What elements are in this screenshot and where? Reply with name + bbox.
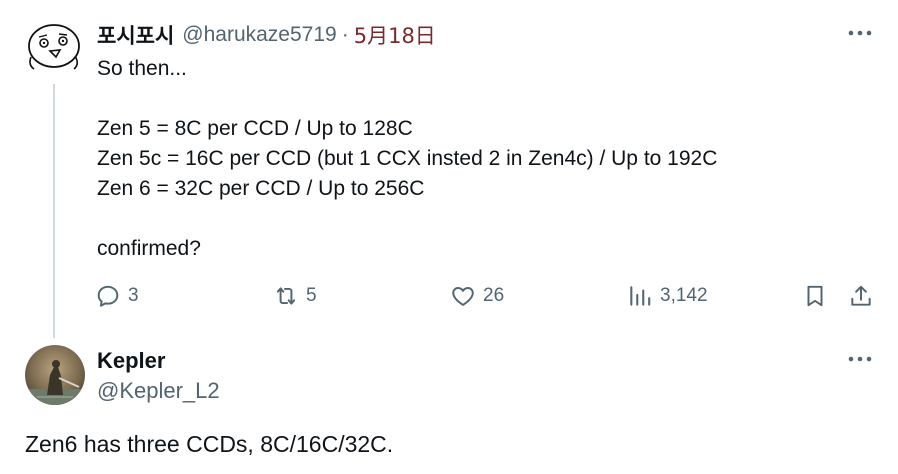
like-button[interactable]: 26	[450, 280, 504, 312]
tweet1-line: So then...	[97, 57, 187, 80]
avatar-harukaze[interactable]	[25, 17, 83, 75]
like-count: 26	[483, 285, 505, 306]
tweet1-more-button[interactable]	[847, 20, 873, 46]
tweet1-line: Zen 5 = 8C per CCD / Up to 128C	[97, 117, 413, 140]
views-icon	[630, 286, 651, 306]
tweet1-line: Zen 6 = 32C per CCD / Up to 256C	[97, 177, 425, 200]
reply-count: 3	[128, 285, 139, 306]
tweet1-separator: ·	[341, 23, 349, 46]
tweet2-display-name[interactable]: Kepler	[97, 346, 165, 376]
tweet1-line: Zen 5c = 16C per CCD (but 1 CCX insted 2…	[97, 147, 718, 170]
doodle-face-avatar-icon	[28, 24, 80, 70]
tweet1-display-name[interactable]: 포시포시	[97, 20, 174, 50]
reply-icon	[97, 285, 119, 307]
share-button[interactable]	[848, 280, 874, 312]
tweet1-text: So then... Zen 5 = 8C per CCD / Up to 12…	[97, 54, 717, 264]
bookmark-icon	[807, 285, 823, 307]
retweet-count: 5	[306, 285, 317, 306]
tweet1-line: confirmed?	[97, 237, 201, 260]
tweet1-header: 포시포시 @harukaze5719 · 5月18日	[97, 20, 436, 50]
views-count: 3,142	[660, 285, 708, 306]
tweet2-more-button[interactable]	[847, 346, 873, 372]
like-icon	[452, 287, 474, 306]
tweet1-line	[97, 84, 717, 114]
tweet1-handle[interactable]: @harukaze5719	[182, 23, 336, 47]
tweet2-handle[interactable]: @Kepler_L2	[97, 376, 220, 406]
share-icon	[851, 285, 871, 306]
avatar-kepler[interactable]	[25, 345, 85, 405]
retweet-icon	[276, 287, 296, 305]
reply-button[interactable]: 3	[95, 280, 139, 312]
thread-connector-line	[53, 84, 55, 338]
views-button[interactable]: 3,142	[627, 280, 708, 312]
tweet1-line	[97, 204, 717, 234]
tweet1-action-bar: 3 5 26 3,142	[95, 280, 880, 312]
tweet1-date[interactable]: 5月18日	[354, 20, 436, 50]
tweet2-text: Zen6 has three CCDs, 8C/16C/32C.	[25, 431, 394, 457]
warrior-portrait-avatar-icon	[25, 345, 85, 405]
more-icon	[848, 30, 872, 36]
more-icon	[848, 356, 872, 362]
retweet-button[interactable]: 5	[273, 280, 317, 312]
bookmark-button[interactable]	[802, 280, 828, 312]
